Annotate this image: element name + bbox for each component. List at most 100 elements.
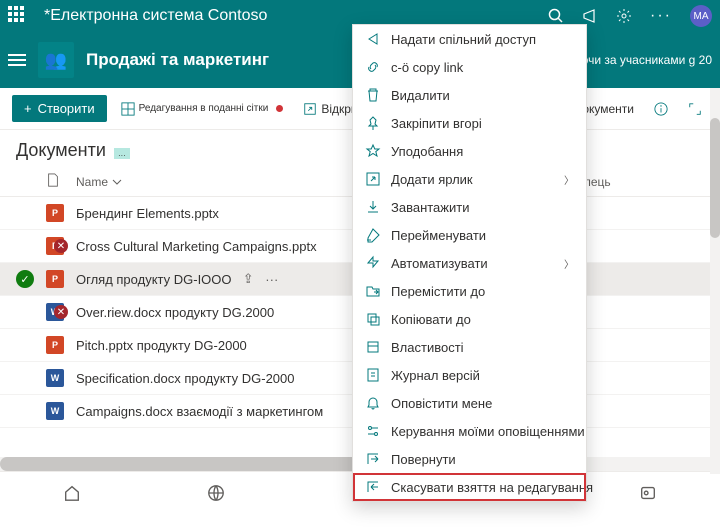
suite-title: *Електронна система Contoso	[44, 7, 548, 25]
file-name: Over.riew.docx продукту DG.2000	[76, 305, 376, 320]
menu-item-label: Оповістити мене	[391, 396, 492, 411]
library-badge: …	[114, 148, 130, 159]
row-more-icon[interactable]: ···	[265, 272, 278, 287]
chevron-down-icon	[112, 177, 122, 187]
file-type-icon[interactable]	[46, 173, 60, 187]
move-icon	[365, 283, 381, 299]
docx-icon: W	[46, 402, 64, 420]
link-icon	[365, 59, 381, 75]
menu-item-label: Перемістити до	[391, 284, 485, 299]
copy-icon	[365, 311, 381, 327]
share-icon	[365, 31, 381, 47]
menu-item-label: Скасувати взяття на редагування	[391, 480, 593, 495]
menu-item-label: Уподобання	[391, 144, 463, 159]
menu-item-discard[interactable]: Скасувати взяття на редагування	[353, 473, 586, 501]
file-name: Campaigns.docx взаємодії з маркетингом	[76, 404, 376, 419]
alert-icon	[365, 395, 381, 411]
discard-icon	[365, 479, 381, 495]
settings-icon[interactable]	[616, 8, 632, 24]
info-button[interactable]	[648, 98, 674, 120]
file-name: Specification.docx продукту DG-2000	[76, 371, 376, 386]
pptx-icon: P	[46, 204, 64, 222]
download-icon	[365, 199, 381, 215]
hamburger-icon[interactable]	[8, 51, 26, 69]
menu-item-copy[interactable]: Копіювати до	[353, 305, 586, 333]
menu-item-manage[interactable]: Керування моїми оповіщеннями	[353, 417, 586, 445]
error-badge-icon: ✕	[54, 305, 68, 319]
file-name: Pitch.pptx продукту DG-2000	[76, 338, 376, 353]
chevron-right-icon: 〉	[564, 256, 574, 271]
manage-icon	[365, 423, 381, 439]
info-icon	[654, 102, 668, 116]
globe-icon[interactable]	[207, 484, 225, 502]
menu-item-automate[interactable]: Автоматизувати 〉	[353, 249, 586, 277]
app-launcher-icon[interactable]	[8, 6, 28, 26]
expand-icon	[688, 102, 702, 116]
context-menu: Надати спільний доступ c-ö copy link Видал…	[352, 24, 587, 502]
menu-item-label: Властивості	[391, 340, 464, 355]
status-dot-icon	[276, 105, 283, 112]
menu-item-alert[interactable]: Оповістити мене	[353, 389, 586, 417]
edit-grid-label: Редагування в поданні сітки	[139, 103, 269, 114]
menu-item-label: Копіювати до	[391, 312, 471, 327]
pptx-icon: P	[46, 336, 64, 354]
menu-item-share[interactable]: Надати спільний доступ	[353, 25, 586, 53]
star-icon	[365, 143, 381, 159]
megaphone-icon[interactable]	[582, 8, 598, 24]
menu-item-label: Закріпити вгорі	[391, 116, 482, 131]
menu-item-star[interactable]: Уподобання	[353, 137, 586, 165]
error-badge-icon: ✕	[54, 239, 68, 253]
menu-item-label: Видалити	[391, 88, 450, 103]
more-icon[interactable]: ···	[650, 7, 672, 25]
home-icon[interactable]	[63, 484, 81, 502]
menu-item-label: Автоматизувати	[391, 256, 488, 271]
chevron-right-icon: 〉	[564, 172, 574, 187]
menu-item-label: c-ö copy link	[391, 60, 463, 75]
menu-item-download[interactable]: Завантажити	[353, 193, 586, 221]
contact-icon[interactable]	[639, 484, 657, 502]
menu-item-move[interactable]: Перемістити до	[353, 277, 586, 305]
search-icon[interactable]	[548, 8, 564, 24]
library-title: Документи	[16, 140, 106, 161]
checkin-icon	[365, 451, 381, 467]
menu-item-delete[interactable]: Видалити	[353, 81, 586, 109]
avatar[interactable]: MA	[690, 5, 712, 27]
column-name[interactable]: Name	[76, 175, 376, 189]
props-icon	[365, 339, 381, 355]
history-icon	[365, 367, 381, 383]
menu-item-label: Журнал версій	[391, 368, 480, 383]
menu-item-label: Перейменувати	[391, 228, 486, 243]
menu-item-label: Додати ярлик	[391, 172, 473, 187]
menu-item-pin[interactable]: Закріпити вгорі	[353, 109, 586, 137]
menu-item-history[interactable]: Журнал версій	[353, 361, 586, 389]
file-name: Брендинг Elements.pptx	[76, 206, 376, 221]
open-icon	[303, 102, 317, 116]
menu-item-props[interactable]: Властивості	[353, 333, 586, 361]
new-button[interactable]: + Створити	[12, 95, 107, 122]
edit-grid-button[interactable]: Редагування в поданні сітки	[115, 98, 290, 120]
expand-button[interactable]	[682, 98, 708, 120]
menu-item-rename[interactable]: Перейменувати	[353, 221, 586, 249]
menu-item-link[interactable]: c-ö copy link	[353, 53, 586, 81]
file-name: Огляд продукту DG-IOOO ⇪ ···	[76, 271, 376, 287]
pin-icon	[365, 115, 381, 131]
menu-item-checkin[interactable]: Повернути	[353, 445, 586, 473]
rename-icon	[365, 227, 381, 243]
menu-item-label: Надати спільний доступ	[391, 32, 536, 47]
menu-item-label: Повернути	[391, 452, 456, 467]
shortcut-icon	[365, 171, 381, 187]
share-row-icon[interactable]: ⇪	[243, 271, 254, 287]
menu-item-label: Завантажити	[391, 200, 469, 215]
vertical-scrollbar[interactable]	[710, 88, 720, 474]
row-selected-icon: ✓	[16, 270, 34, 288]
automate-icon	[365, 255, 381, 271]
docx-icon: W	[46, 369, 64, 387]
grid-icon	[121, 102, 135, 116]
column-name-label: Name	[76, 175, 108, 189]
site-logo[interactable]: 👥	[38, 42, 74, 78]
menu-item-shortcut[interactable]: Додати ярлик 〉	[353, 165, 586, 193]
file-name: Cross Cultural Marketing Campaigns.pptx	[76, 239, 376, 254]
plus-icon: +	[24, 101, 32, 116]
pptx-icon: P	[46, 270, 64, 288]
new-button-label: Створити	[38, 101, 95, 116]
